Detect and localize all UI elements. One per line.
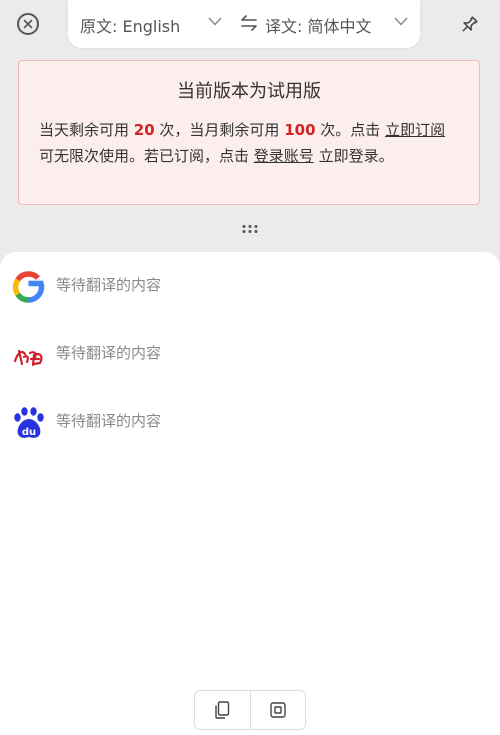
chevron-down-icon[interactable] (394, 17, 408, 26)
result-row-google: 等待翻译的内容 (12, 270, 482, 306)
youdao-icon (13, 349, 43, 367)
trial-text-part: 立即登录。 (313, 147, 394, 165)
swap-icon[interactable] (240, 15, 258, 31)
bottom-toolbar (194, 690, 306, 730)
close-button[interactable] (17, 13, 39, 35)
copy-button[interactable] (195, 691, 250, 729)
trial-title: 当前版本为试用版 (177, 81, 321, 102)
login-link[interactable]: 登录账号 (254, 147, 314, 165)
result-row-baidu: du 等待翻译的内容 (12, 406, 482, 442)
baidu-icon: du (14, 407, 44, 438)
trial-text-part: 次。点击 (315, 121, 386, 139)
trial-text-part: 次，当月剩余可用 (154, 121, 285, 139)
svg-text:du: du (22, 427, 36, 438)
screenshot-button[interactable] (249, 691, 306, 729)
google-icon (12, 271, 45, 303)
drag-handle-icon[interactable] (241, 224, 259, 234)
translation-placeholder: 等待翻译的内容 (56, 344, 162, 362)
pin-icon[interactable] (458, 14, 480, 36)
translation-results-panel: 等待翻译的内容 等待翻译的内容 du 等待翻译的内容 (0, 252, 500, 735)
trial-message: 当天剩余可用 20 次，当月剩余可用 100 次。点击 立即订阅 可无限次使用。… (39, 117, 459, 169)
trial-notice: 当前版本为试用版 当天剩余可用 20 次，当月剩余可用 100 次。点击 立即订… (18, 60, 480, 205)
translation-placeholder: 等待翻译的内容 (56, 412, 162, 430)
daily-remaining-count: 20 (133, 121, 155, 139)
language-selector-card: 原文: English 译文: 简体中文 (68, 0, 420, 48)
close-icon (23, 19, 33, 29)
top-bar: 原文: English 译文: 简体中文 (0, 0, 500, 52)
subscribe-link[interactable]: 立即订阅 (385, 121, 445, 139)
result-row-youdao: 等待翻译的内容 (12, 338, 482, 374)
source-language-select[interactable]: 原文: English (80, 13, 180, 37)
target-language-select[interactable]: 译文: 简体中文 (265, 13, 371, 37)
trial-text-part: 可无限次使用。若已订阅，点击 (39, 147, 254, 165)
monthly-remaining-count: 100 (284, 121, 316, 139)
translation-placeholder: 等待翻译的内容 (56, 276, 162, 294)
trial-text-part: 当天剩余可用 (39, 121, 134, 139)
chevron-down-icon[interactable] (208, 17, 222, 26)
screenshot-icon (270, 702, 286, 718)
copy-icon (215, 701, 230, 719)
